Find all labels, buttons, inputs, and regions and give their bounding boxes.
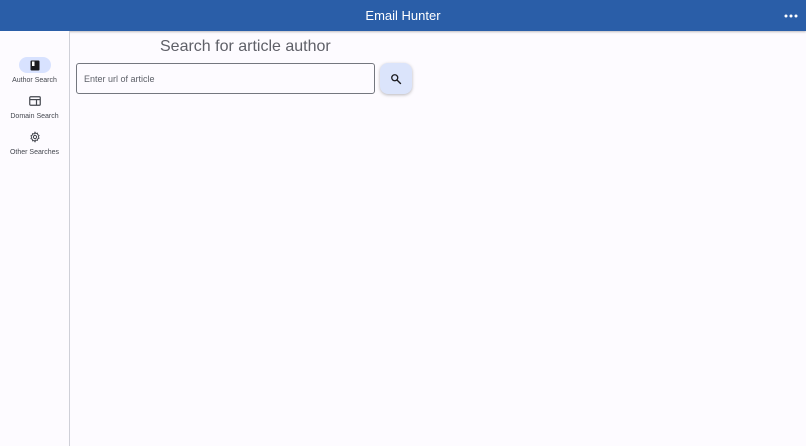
app-title: Email Hunter	[365, 8, 441, 23]
rail-item-label: Author Search	[12, 77, 57, 84]
page-title: Search for article author	[160, 38, 331, 55]
book-icon	[30, 60, 39, 70]
search-button[interactable]	[380, 63, 412, 94]
rail-item-label: Domain Search	[10, 113, 59, 120]
rail-icon-container	[19, 129, 51, 145]
more-options-button[interactable]	[780, 5, 802, 27]
rail-item-author-search[interactable]: Author Search	[0, 57, 69, 89]
navigation-rail: Author Search Domain Search Other Search…	[0, 31, 70, 446]
rail-item-label: Other Searches	[9, 149, 60, 156]
rail-active-indicator	[18, 57, 51, 73]
gear-icon	[29, 131, 40, 143]
article-url-input[interactable]	[76, 63, 375, 94]
more-horiz-icon	[784, 14, 798, 18]
rail-icon-container	[19, 93, 51, 109]
app-window: Email Hunter Author Search Domain Search…	[0, 0, 806, 446]
web-icon	[28, 96, 41, 106]
rail-item-domain-search[interactable]: Domain Search	[0, 93, 69, 125]
rail-item-other-searches[interactable]: Other Searches	[0, 129, 69, 161]
search-icon	[391, 73, 402, 84]
app-bar: Email Hunter	[0, 0, 806, 31]
